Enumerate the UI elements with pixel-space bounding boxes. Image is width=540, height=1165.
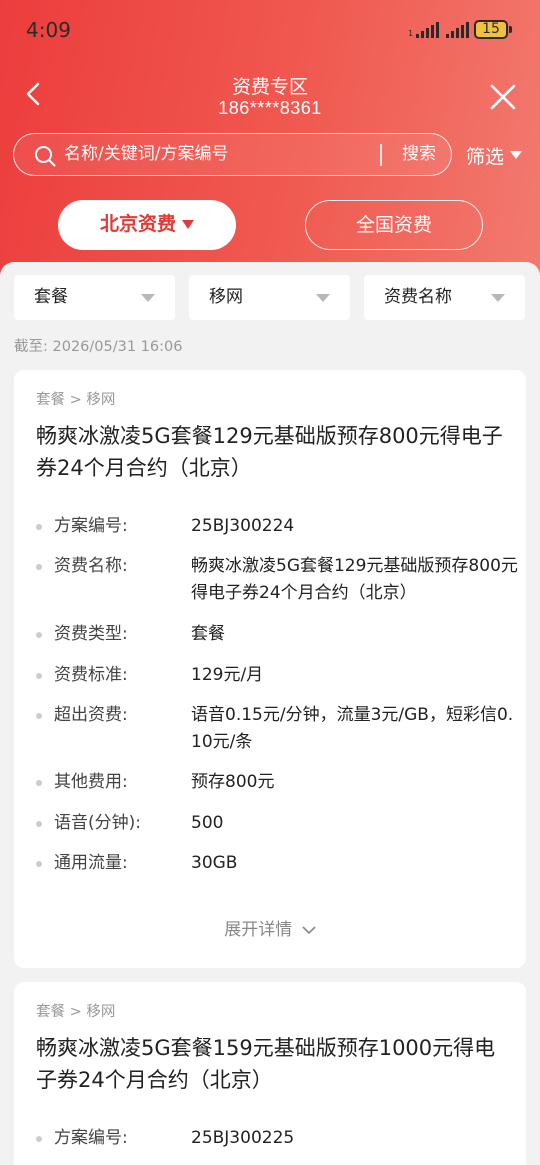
battery-icon: 15 xyxy=(474,20,512,39)
search-input[interactable] xyxy=(64,134,382,174)
close-icon[interactable] xyxy=(488,82,518,112)
row-value: 30GB xyxy=(191,853,238,873)
expand-label: 展开详情 xyxy=(224,920,293,940)
row-value: 语音0.15元/分钟，流量3元/GB，短彩信0.10元/条 xyxy=(191,705,514,752)
signal-icon: 1 xyxy=(408,22,440,38)
row-label: 其他费用: xyxy=(54,772,128,792)
dropdown-value: 套餐 xyxy=(34,287,68,307)
search-button[interactable]: 搜索 xyxy=(390,134,448,174)
data-timestamp: 截至: 2026/05/31 16:06 xyxy=(14,339,183,355)
dropdown-value: 资费名称 xyxy=(384,287,452,307)
row-value: 畅爽冰激凌5G套餐129元基础版预存800元得电子券24个月合约（北京） xyxy=(191,556,518,603)
card-title: 畅爽冰激凌5G套餐129元基础版预存800元得电子券24个月合约（北京） xyxy=(36,424,503,480)
card-breadcrumb: 套餐 > 移网 xyxy=(36,1004,116,1020)
status-time: 4:09 xyxy=(26,18,71,42)
row-label: 资费标准: xyxy=(54,665,128,685)
tab-label: 全国资费 xyxy=(355,214,432,236)
status-bar: 4:09 1 15 xyxy=(0,0,540,60)
sort-field-dropdown[interactable]: 资费名称 xyxy=(364,275,525,320)
content-panel: 套餐 移网 资费名称 截至: 2026/05/31 16:06 套餐 > 移网 … xyxy=(0,262,540,1165)
caret-down-icon xyxy=(491,294,505,302)
nav-bar: 资费专区 186****8361 xyxy=(0,60,540,130)
search-divider xyxy=(380,144,382,166)
row-label: 超出资费: xyxy=(54,705,128,725)
chevron-down-icon xyxy=(302,926,316,935)
caret-down-icon xyxy=(182,220,194,229)
page-title: 资费专区 xyxy=(231,77,308,98)
tariff-card: 套餐 > 移网 畅爽冰激凌5G套餐159元基础版预存1000元得电子券24个月合… xyxy=(14,982,526,1165)
row-value: 套餐 xyxy=(191,624,225,644)
tab-label: 北京资费 xyxy=(99,213,176,235)
search-bar: 搜索 xyxy=(13,133,452,176)
battery-level: 15 xyxy=(482,21,500,37)
row-value: 预存800元 xyxy=(191,772,275,792)
row-value: 500 xyxy=(191,813,224,833)
tab-national-tariff[interactable]: 全国资费 xyxy=(305,200,483,250)
filter-button[interactable]: 筛选 xyxy=(466,140,523,170)
phone-number: 186****8361 xyxy=(218,98,322,118)
signal-icon xyxy=(446,22,469,38)
tariff-card: 套餐 > 移网 畅爽冰激凌5G套餐129元基础版预存800元得电子券24个月合约… xyxy=(14,370,526,968)
row-label: 方案编号: xyxy=(54,1128,128,1148)
expand-details-button[interactable]: 展开详情 xyxy=(14,915,526,940)
tab-beijing-tariff[interactable]: 北京资费 xyxy=(58,200,236,250)
category-dropdown[interactable]: 套餐 xyxy=(14,275,175,320)
network-dropdown[interactable]: 移网 xyxy=(189,275,350,320)
row-value: 25BJ300225 xyxy=(191,1128,295,1148)
caret-down-icon xyxy=(510,151,523,159)
caret-down-icon xyxy=(316,294,330,302)
row-label: 资费名称: xyxy=(54,556,128,576)
filter-label: 筛选 xyxy=(466,145,505,168)
row-label: 方案编号: xyxy=(54,516,128,536)
row-label: 语音(分钟): xyxy=(54,813,141,833)
card-title: 畅爽冰激凌5G套餐159元基础版预存1000元得电子券24个月合约（北京） xyxy=(36,1036,496,1092)
caret-down-icon xyxy=(141,294,155,302)
card-breadcrumb: 套餐 > 移网 xyxy=(36,392,116,408)
row-value: 25BJ300224 xyxy=(191,516,295,536)
row-label: 资费类型: xyxy=(54,624,128,644)
search-icon xyxy=(35,146,56,167)
row-value: 129元/月 xyxy=(191,665,264,685)
dropdown-value: 移网 xyxy=(209,287,243,307)
row-label: 通用流量: xyxy=(54,853,128,873)
